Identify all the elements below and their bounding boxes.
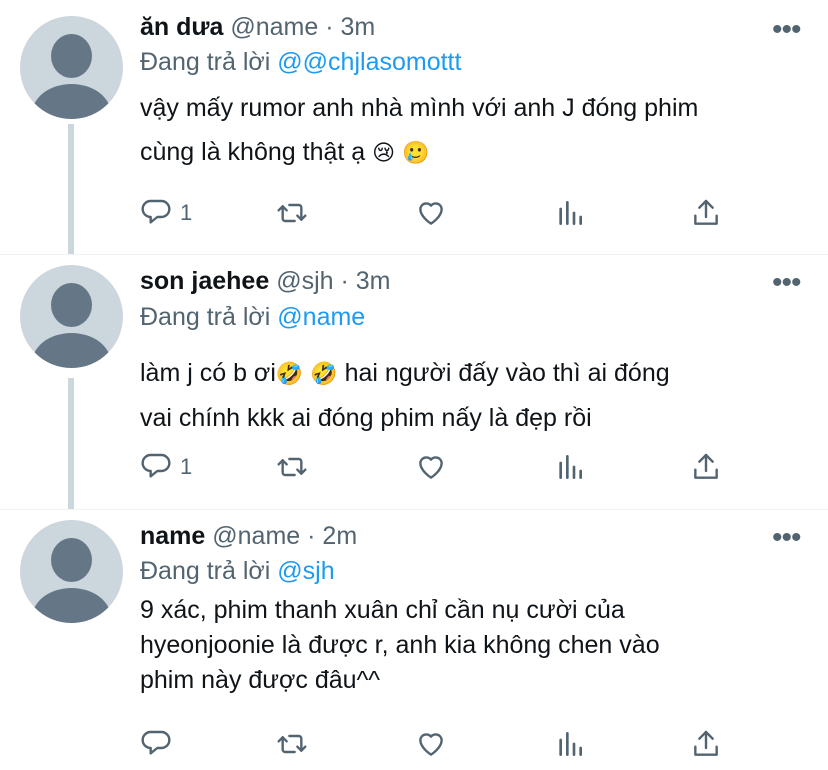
- timestamp[interactable]: 3m: [356, 267, 391, 295]
- reply-prefix: Đang trả lời: [140, 303, 271, 331]
- timestamp[interactable]: 2m: [322, 522, 357, 550]
- replying-to: Đang trả lời @@chjlasomottt: [140, 48, 461, 77]
- like-icon: [419, 733, 443, 756]
- display-name[interactable]: son jaehee: [140, 267, 269, 295]
- tweet-actions: [140, 727, 740, 761]
- tweet-text-line: phim này được đâu^^: [140, 666, 381, 694]
- analytics-icon: [559, 732, 582, 756]
- more-icon[interactable]: •••: [772, 523, 801, 553]
- replying-to: Đang trả lời @name: [140, 303, 365, 332]
- reply-icon: [141, 199, 171, 224]
- display-name[interactable]: name: [140, 522, 205, 550]
- tweet-text-line: vai chính kkk ai đóng phim nấy là đẹp rồ…: [140, 404, 592, 433]
- avatar[interactable]: [20, 16, 123, 119]
- like-icon: [419, 202, 443, 225]
- user-handle[interactable]: @name: [230, 13, 318, 41]
- tweet-2[interactable]: son jaehee @sjh · 3m ••• Đang trả lời @n…: [0, 255, 828, 509]
- share-button[interactable]: [690, 196, 722, 230]
- crying-face-emoji: 😢: [372, 140, 396, 166]
- tweet-actions: 1: [140, 196, 740, 230]
- retweet-button[interactable]: [276, 450, 308, 484]
- share-icon: [694, 199, 718, 225]
- tweet-text-line: hyeonjoonie là được r, anh kia không che…: [140, 631, 660, 659]
- rofl-emoji: 🤣: [275, 361, 304, 387]
- analytics-button[interactable]: [554, 450, 586, 484]
- tweet-text: 9 xác, phim thanh xuân chỉ cần nụ cười c…: [140, 593, 800, 698]
- separator-dot: ·: [325, 13, 334, 41]
- reply-button[interactable]: 1: [140, 196, 192, 230]
- like-button[interactable]: [415, 727, 447, 761]
- reply-icon: [141, 453, 171, 478]
- user-handle[interactable]: @sjh: [276, 267, 333, 295]
- tweet-text-line: vậy mấy rumor anh nhà mình với anh J đón…: [140, 94, 699, 122]
- reply-icon: [141, 730, 171, 755]
- more-icon[interactable]: •••: [772, 268, 801, 298]
- tweet-text-line-wrap: cùng là không thật ạ 😢 🥲: [140, 130, 800, 175]
- like-button[interactable]: [415, 450, 447, 484]
- reply-mention-link[interactable]: @name: [277, 303, 365, 331]
- like-button[interactable]: [415, 196, 447, 230]
- user-handle[interactable]: @name: [212, 522, 300, 550]
- tweet-text-line: làm j có b ơi: [140, 359, 276, 387]
- reply-mention-link[interactable]: @sjh: [277, 557, 334, 585]
- tweet-actions: 1: [140, 450, 740, 484]
- like-icon: [419, 456, 443, 479]
- avatar[interactable]: [20, 265, 123, 368]
- reply-button[interactable]: 1: [140, 450, 192, 484]
- tweet-header: son jaehee @sjh · 3m: [140, 267, 391, 296]
- retweet-icon: [277, 457, 307, 477]
- analytics-icon: [559, 455, 582, 479]
- share-icon: [694, 730, 718, 756]
- avatar[interactable]: [20, 520, 123, 623]
- analytics-icon: [559, 201, 582, 225]
- tweet-header: ăn dưa @name · 3m: [140, 13, 375, 42]
- display-name[interactable]: ăn dưa: [140, 13, 223, 41]
- retweet-button[interactable]: [276, 727, 308, 761]
- reply-button[interactable]: [140, 727, 172, 761]
- tweet-text: làm j có b ơi🤣 🤣 hai người đấy vào thì a…: [140, 351, 800, 440]
- retweet-icon: [277, 203, 307, 223]
- reply-mention-link[interactable]: @@chjlasomottt: [277, 48, 461, 76]
- separator-dot: ·: [307, 522, 316, 550]
- tweet-text-line: hai người đấy vào thì ai đóng: [344, 359, 670, 387]
- analytics-button[interactable]: [554, 196, 586, 230]
- retweet-button[interactable]: [276, 196, 308, 230]
- replying-to: Đang trả lời @sjh: [140, 557, 335, 586]
- timestamp[interactable]: 3m: [341, 13, 376, 41]
- separator-dot: ·: [340, 267, 349, 295]
- tweet-text-line: 9 xác, phim thanh xuân chỉ cần nụ cười c…: [140, 596, 625, 624]
- tweet-text: vậy mấy rumor anh nhà mình với anh J đón…: [140, 86, 800, 175]
- rofl-emoji: 🤣: [310, 361, 338, 387]
- reply-count: 1: [180, 454, 193, 479]
- reply-prefix: Đang trả lời: [140, 557, 271, 585]
- retweet-icon: [277, 734, 307, 754]
- tweet-3[interactable]: name @name · 2m ••• Đang trả lời @sjh 9 …: [0, 510, 828, 770]
- share-button[interactable]: [690, 450, 722, 484]
- analytics-button[interactable]: [554, 727, 586, 761]
- tweet-1[interactable]: ăn dưa @name · 3m ••• Đang trả lời @@chj…: [0, 0, 828, 254]
- share-icon: [694, 453, 718, 479]
- tweet-header: name @name · 2m: [140, 522, 357, 551]
- tweet-text-line: cùng là không thật ạ: [140, 138, 366, 166]
- tweet-text-line-wrap: làm j có b ơi🤣 🤣 hai người đấy vào thì a…: [140, 351, 800, 396]
- reply-prefix: Đang trả lời: [140, 48, 271, 76]
- smiling-tear-emoji: 🥲: [402, 140, 430, 166]
- reply-count: 1: [180, 200, 193, 225]
- more-icon[interactable]: •••: [772, 15, 801, 45]
- share-button[interactable]: [690, 727, 722, 761]
